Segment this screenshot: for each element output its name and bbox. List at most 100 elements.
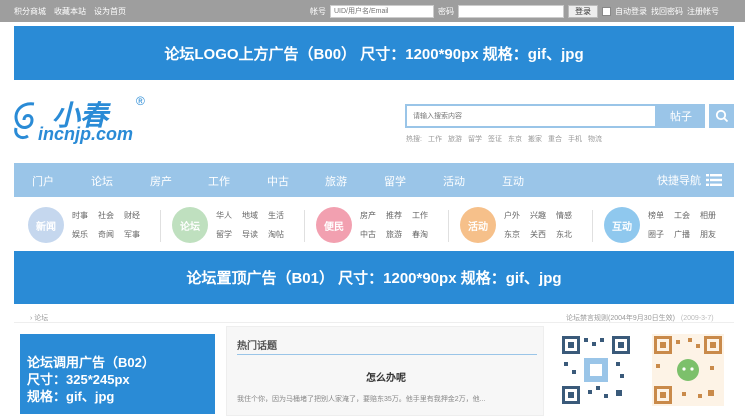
forum-rules-text: 论坛禁言规则(2004年9月30日生效) — [566, 315, 675, 322]
forum-rules-date: (2009-3-7) — [680, 315, 714, 322]
hot-search-word[interactable]: 签证 — [488, 134, 502, 144]
password-label: 密码 — [438, 6, 454, 16]
forgot-password-link[interactable]: 找回密码 — [651, 6, 683, 17]
category-link[interactable]: 春淘 — [412, 229, 438, 240]
nav-item-events[interactable]: 活动 — [443, 173, 465, 189]
category-link[interactable]: 娱乐 — [72, 229, 98, 240]
category-badge-services[interactable]: 便民 — [316, 207, 352, 243]
set-homepage-link[interactable]: 设为首页 — [94, 6, 126, 17]
category-link[interactable]: 广播 — [674, 229, 700, 240]
nav-item-portal[interactable]: 门户 — [32, 173, 54, 189]
category-links: 时事 社会 财经 娱乐 奇闻 军事 — [72, 210, 150, 240]
bookmark-link[interactable]: 收藏本站 — [54, 6, 86, 17]
hot-topics-panel: 热门话题 怎么办呢 我住个你，因为马桶堵了把别人家淹了，要赔东35万。他手里有我… — [226, 326, 544, 416]
category-link[interactable]: 中古 — [360, 229, 386, 240]
category-link[interactable]: 生活 — [268, 210, 294, 221]
nav-item-study[interactable]: 留学 — [384, 173, 406, 189]
nav-item-forum[interactable]: 论坛 — [91, 173, 113, 189]
login-form: 帐号 密码 登录 自动登录 找回密码 注册帐号 — [310, 4, 719, 18]
category-link[interactable]: 军事 — [124, 229, 150, 240]
category-link[interactable]: 财经 — [124, 210, 150, 221]
hot-topics-title: 热门话题 — [237, 341, 277, 352]
logo-registered-mark: ® — [136, 94, 145, 108]
ad-banner-b01[interactable]: 论坛置顶广告（B01） 尺寸：1200*90px 规格：gif、jpg — [14, 251, 734, 304]
register-link[interactable]: 注册帐号 — [687, 6, 719, 17]
category-link[interactable]: 房产 — [360, 210, 386, 221]
category-badge-news[interactable]: 新闻 — [28, 207, 64, 243]
divider — [237, 354, 537, 355]
category-links: 榜单 工会 相册 圈子 广播 朋友 — [648, 210, 726, 240]
hot-search-label: 热搜: — [406, 136, 422, 143]
category-link[interactable]: 工作 — [412, 210, 438, 221]
hot-search-word[interactable]: 物流 — [588, 134, 602, 144]
hot-search-word[interactable]: 留学 — [468, 134, 482, 144]
divider — [160, 210, 161, 242]
search-input[interactable] — [405, 104, 657, 128]
category-links: 华人 地域 生活 留学 导读 淘帖 — [216, 210, 294, 240]
divider — [304, 210, 305, 242]
category-link[interactable]: 朋友 — [700, 229, 726, 240]
hot-search-word[interactable]: 重合 — [548, 134, 562, 144]
login-button[interactable]: 登录 — [568, 4, 598, 18]
category-badge-interaction[interactable]: 互动 — [604, 207, 640, 243]
logo-text-en: incnjp.com — [38, 124, 134, 144]
account-input[interactable] — [330, 4, 434, 18]
category-link[interactable]: 工会 — [674, 210, 700, 221]
category-link[interactable]: 地域 — [242, 210, 268, 221]
category-link[interactable]: 情感 — [556, 210, 582, 221]
main-nav: 门户 论坛 房产 工作 中古 旅游 留学 活动 互动 快捷导航 — [14, 163, 734, 197]
hot-search-word[interactable]: 手机 — [568, 134, 582, 144]
nav-item-travel[interactable]: 旅游 — [325, 173, 347, 189]
category-link[interactable]: 榜单 — [648, 210, 674, 221]
quick-nav-button[interactable]: 快捷导航 — [657, 172, 722, 188]
category-link[interactable]: 东北 — [556, 229, 582, 240]
nav-item-jobs[interactable]: 工作 — [208, 173, 230, 189]
category-link[interactable]: 社会 — [98, 210, 124, 221]
hot-search-word[interactable]: 搬家 — [528, 134, 542, 144]
hot-search-word[interactable]: 东京 — [508, 134, 522, 144]
hot-search-word[interactable]: 工作 — [428, 134, 442, 144]
ad-b02-line3: 规格：gif、jpg — [27, 389, 115, 404]
category-link[interactable]: 相册 — [700, 210, 726, 221]
category-links: 户外 兴趣 情感 东京 关西 东北 — [504, 210, 582, 240]
category-link[interactable]: 留学 — [216, 229, 242, 240]
category-link[interactable]: 推荐 — [386, 210, 412, 221]
auto-login-checkbox[interactable] — [602, 6, 611, 16]
category-link[interactable]: 东京 — [504, 229, 530, 240]
points-mall-link[interactable]: 积分商城 — [14, 6, 46, 17]
top-links: 积分商城 收藏本站 设为首页 — [14, 6, 126, 17]
ad-banner-b02[interactable]: 论坛调用广告（B02） 尺寸：325*245px 规格：gif、jpg — [20, 334, 215, 414]
search-bar: 帖子 — [405, 104, 734, 128]
nav-item-secondhand[interactable]: 中古 — [267, 173, 289, 189]
qr-code-icon — [560, 334, 632, 406]
account-label: 帐号 — [310, 6, 326, 16]
divider — [14, 322, 734, 323]
category-link[interactable]: 淘帖 — [268, 229, 294, 240]
category-badge-forum[interactable]: 论坛 — [172, 207, 208, 243]
password-input[interactable] — [458, 4, 564, 18]
category-link[interactable]: 华人 — [216, 210, 242, 221]
search-icon — [715, 109, 728, 123]
category-link[interactable]: 兴趣 — [530, 210, 556, 221]
search-type-button[interactable]: 帖子 — [657, 104, 705, 128]
category-link[interactable]: 奇闻 — [98, 229, 124, 240]
site-logo[interactable]: 小春 ® incnjp.com — [10, 94, 170, 146]
category-link[interactable]: 关西 — [530, 229, 556, 240]
hot-search-list: 热搜: 工作 旅游 留学 签证 东京 搬家 重合 手机 物流 — [406, 134, 602, 144]
hot-search-word[interactable]: 旅游 — [448, 134, 462, 144]
ad-b02-line2: 尺寸：325*245px — [27, 372, 130, 387]
nav-item-housing[interactable]: 房产 — [150, 173, 172, 189]
hot-topic-title[interactable]: 怎么办呢 — [227, 369, 545, 384]
hot-topic-excerpt[interactable]: 我住个你，因为马桶堵了把别人家淹了，要赔东35万。他手里有我押金2万，他... — [237, 394, 486, 404]
category-link[interactable]: 导读 — [242, 229, 268, 240]
category-link[interactable]: 旅游 — [386, 229, 412, 240]
category-link[interactable]: 户外 — [504, 210, 530, 221]
category-link[interactable]: 圈子 — [648, 229, 674, 240]
category-badge-events[interactable]: 活动 — [460, 207, 496, 243]
ad-b02-line1: 论坛调用广告（B02） — [27, 355, 155, 370]
quick-nav-label: 快捷导航 — [657, 175, 701, 187]
nav-item-interaction[interactable]: 互动 — [502, 173, 524, 189]
ad-banner-b00[interactable]: 论坛LOGO上方广告（B00） 尺寸：1200*90px 规格：gif、jpg — [14, 26, 734, 80]
category-link[interactable]: 时事 — [72, 210, 98, 221]
search-button[interactable] — [709, 104, 734, 128]
